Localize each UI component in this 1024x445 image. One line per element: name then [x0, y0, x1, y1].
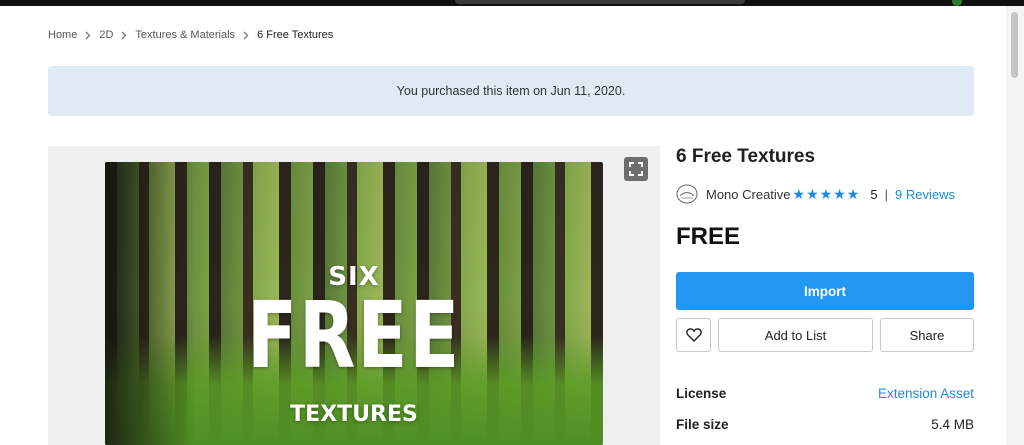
chevron-right-icon	[121, 31, 127, 40]
scrollbar-thumb[interactable]	[1011, 12, 1018, 78]
publisher-rating-row: Mono Creative ★ ★ ★ ★ ★ 5 | 9 Reviews	[676, 184, 974, 204]
license-label: License	[676, 386, 727, 401]
breadcrumb: Home 2D Textures & Materials 6 Free Text…	[48, 27, 333, 43]
file-size-row: File size 5.4 MB	[676, 417, 974, 432]
breadcrumb-2d[interactable]: 2D	[99, 29, 113, 41]
rating-value: 5	[870, 186, 878, 202]
star-icon: ★	[806, 185, 820, 202]
purchase-notice: You purchased this item on Jun 11, 2020.	[48, 66, 974, 116]
star-icon: ★	[819, 185, 834, 202]
hero-line-textures: TEXTURES	[290, 402, 418, 427]
fullscreen-button[interactable]	[624, 157, 648, 181]
browser-address-bar[interactable]	[455, 0, 745, 4]
star-icon: ★	[846, 185, 861, 202]
breadcrumb-home[interactable]: Home	[48, 29, 77, 41]
product-price: FREE	[676, 223, 741, 250]
product-hero-image[interactable]: SIX FREE TEXTURES	[105, 162, 603, 445]
share-label: Share	[909, 327, 945, 343]
browser-top-bar	[0, 0, 1024, 6]
star-icon: ★	[792, 185, 807, 202]
chevron-right-icon	[243, 31, 249, 40]
file-size-value: 5.4 MB	[931, 417, 974, 432]
file-size-label: File size	[676, 417, 729, 432]
favorite-button[interactable]	[676, 318, 711, 352]
breadcrumb-textures-materials[interactable]: Textures & Materials	[135, 29, 235, 41]
add-to-list-label: Add to List	[764, 327, 827, 343]
license-value-link[interactable]: Extension Asset	[878, 386, 974, 401]
reviews-link[interactable]: 9 Reviews	[895, 187, 955, 202]
import-button[interactable]: Import	[676, 272, 974, 310]
heart-icon	[685, 328, 702, 342]
media-gallery: SIX FREE TEXTURES	[48, 146, 660, 445]
rating-stars: ★ ★ ★ ★ ★	[793, 186, 861, 203]
import-button-label: Import	[804, 283, 846, 299]
share-button[interactable]: Share	[880, 318, 974, 352]
rating-separator: |	[884, 186, 888, 202]
star-icon: ★	[833, 185, 847, 202]
product-title: 6 Free Textures	[676, 146, 816, 167]
browser-status-dot	[952, 0, 962, 6]
purchase-notice-text: You purchased this item on Jun 11, 2020.	[396, 84, 626, 98]
page-scrollbar[interactable]	[1006, 6, 1024, 445]
breadcrumb-current: 6 Free Textures	[257, 29, 334, 41]
license-row: License Extension Asset	[676, 386, 974, 401]
publisher-name-link[interactable]: Mono Creative	[706, 187, 791, 202]
publisher-avatar[interactable]	[676, 184, 698, 204]
add-to-list-button[interactable]: Add to List	[718, 318, 873, 352]
hero-line-free: FREE	[247, 282, 461, 389]
chevron-right-icon	[85, 31, 91, 40]
fullscreen-icon	[629, 162, 643, 176]
